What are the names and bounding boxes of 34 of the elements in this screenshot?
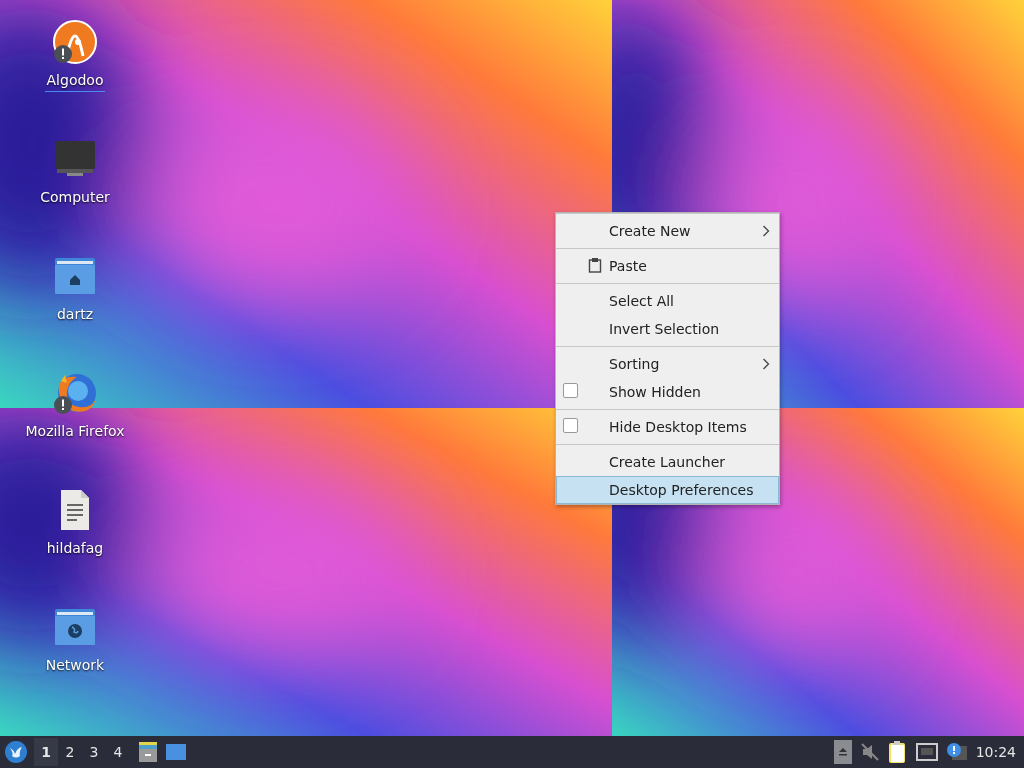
menu-item[interactable]: Paste bbox=[556, 252, 779, 280]
menu-item[interactable]: Sorting bbox=[556, 350, 779, 378]
icon-label[interactable]: dartz bbox=[54, 306, 96, 326]
update-alert-icon[interactable] bbox=[945, 742, 968, 762]
network-icon[interactable] bbox=[915, 743, 938, 761]
file-cabinet-icon[interactable] bbox=[138, 741, 158, 763]
workspace-button[interactable]: 2 bbox=[58, 738, 82, 766]
menu-item[interactable]: Create Launcher bbox=[556, 448, 779, 476]
checkbox[interactable] bbox=[563, 383, 578, 398]
eject-icon[interactable] bbox=[833, 740, 852, 764]
workspace-button[interactable]: 4 bbox=[106, 738, 130, 766]
icon-label[interactable]: Computer bbox=[38, 189, 112, 209]
icon-label[interactable]: Algodoo bbox=[44, 72, 106, 92]
muted-speaker-icon[interactable] bbox=[859, 742, 880, 762]
menu-item[interactable]: Desktop Preferences bbox=[556, 476, 779, 504]
window-icon[interactable] bbox=[166, 743, 186, 761]
workspace-button[interactable]: 3 bbox=[82, 738, 106, 766]
chevron-right-icon bbox=[762, 225, 770, 237]
menu-item[interactable]: Invert Selection bbox=[556, 315, 779, 343]
icon-label[interactable]: Mozilla Firefox bbox=[23, 423, 127, 443]
icon-label[interactable]: hildafag bbox=[44, 540, 106, 560]
menu-item[interactable]: Show Hidden bbox=[556, 378, 779, 406]
circle-logo-icon[interactable] bbox=[51, 18, 99, 66]
icon-label[interactable]: Network bbox=[43, 657, 107, 677]
chevron-right-icon bbox=[762, 358, 770, 370]
checkbox[interactable] bbox=[563, 418, 578, 433]
clipboard-icon[interactable] bbox=[887, 740, 908, 764]
menu-item[interactable]: Create New bbox=[556, 217, 779, 245]
clock[interactable]: 10:24 bbox=[975, 744, 1016, 760]
menu-item[interactable]: Select All bbox=[556, 287, 779, 315]
menu-item[interactable]: Hide Desktop Items bbox=[556, 413, 779, 441]
clipboard-icon bbox=[587, 257, 603, 273]
start-menu-icon[interactable] bbox=[4, 740, 28, 764]
workspace-button[interactable]: 1 bbox=[34, 738, 58, 766]
